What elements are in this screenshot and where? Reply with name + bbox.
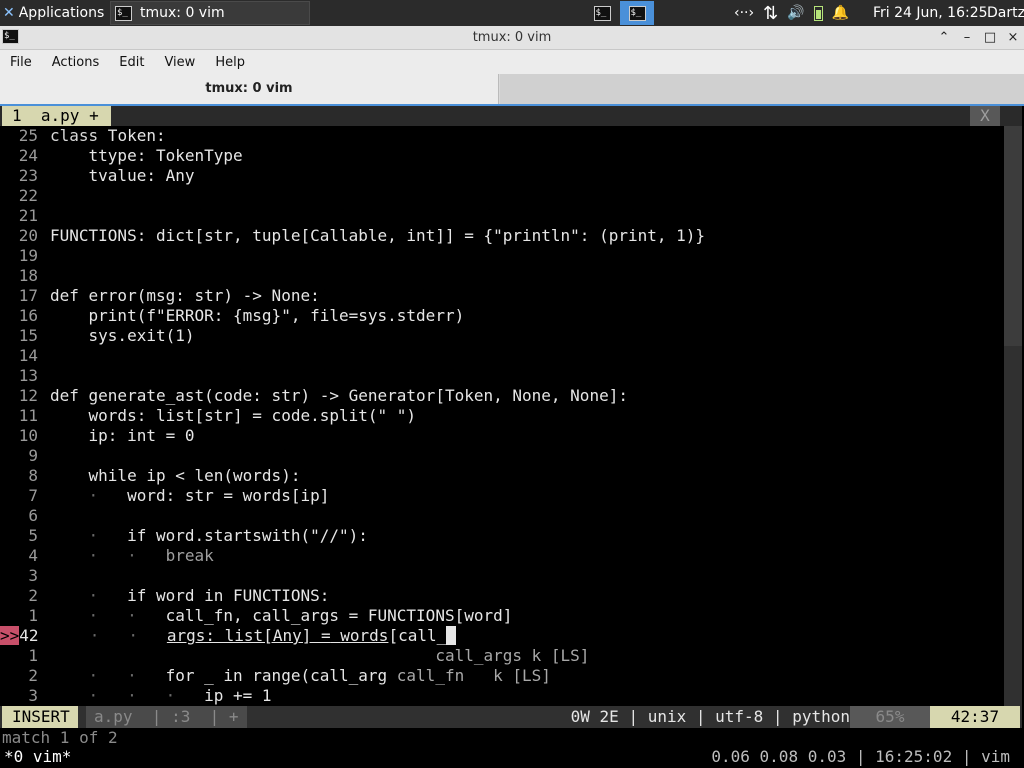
volume-icon[interactable]: 🔊 — [787, 5, 804, 21]
applications-label: Applications — [18, 5, 105, 21]
current-code-line: >>42 · · args: list[Any] = words[call_ — [0, 626, 456, 646]
vim-statusline: INSERT a.py | :3 | + 0W 2E | unix | utf-… — [0, 706, 1022, 728]
menubar: File Actions Edit View Help — [0, 50, 1024, 74]
workspace-2-button[interactable]: $_ — [620, 1, 654, 25]
network-icon[interactable]: ‹··› — [734, 5, 754, 21]
vim-tab-active[interactable]: 1 a.py + — [2, 106, 111, 126]
code-line: 3 · · · ip += 1 — [28, 686, 272, 705]
clock[interactable]: Fri 24 Jun, 16:25 — [873, 0, 988, 26]
vim-tab-close[interactable]: X — [970, 106, 1000, 126]
menu-edit[interactable]: Edit — [109, 55, 154, 70]
terminal-icon: $_ — [115, 5, 132, 21]
vim-cmdline: match 1 of 2 — [2, 728, 118, 747]
code-line: 15 sys.exit(1) — [18, 326, 195, 345]
code-line: 14 — [18, 346, 38, 365]
taskbar-title: tmux: 0 vim — [140, 5, 225, 21]
workspace-1-button[interactable]: $_ — [588, 1, 616, 25]
text-cursor — [446, 626, 456, 645]
taskbar-button-tmux[interactable]: $_ tmux: 0 vim — [110, 1, 310, 25]
code-line: 10 ip: int = 0 — [18, 426, 195, 445]
code-line: 25 class Token: — [18, 126, 166, 145]
terminal-icon: $_ — [593, 5, 611, 21]
code-line: 24 ttype: TokenType — [18, 146, 243, 165]
code-line: 18 — [18, 266, 38, 285]
tab-tmux[interactable]: tmux: 0 vim — [0, 74, 499, 104]
menu-help[interactable]: Help — [205, 55, 255, 70]
menu-actions[interactable]: Actions — [42, 55, 110, 70]
code-line: 16 print(f"ERROR: {msg}", file=sys.stder… — [18, 306, 465, 325]
code-line: 2 · · for _ in range(call_arg call_fn k … — [28, 666, 551, 685]
battery-icon[interactable] — [813, 5, 823, 21]
status-file: a.py | :3 | + — [86, 706, 247, 728]
menu-view[interactable]: View — [154, 55, 205, 70]
user-menu[interactable]: Dartz — [987, 0, 1024, 26]
tmux-status-right: 0.06 0.08 0.03 | 16:25:02 | vim — [711, 747, 1010, 766]
menu-file[interactable]: File — [0, 55, 42, 70]
code-line: 21 — [18, 206, 38, 225]
code-line: 22 — [18, 186, 38, 205]
code-line: 11 words: list[str] = code.split(" ") — [18, 406, 417, 425]
terminal-area[interactable]: 1 a.py + X 25 class Token: 24 ttype: Toke… — [0, 106, 1024, 768]
code-line: 17 def error(msg: str) -> None: — [18, 286, 320, 305]
code-line: 13 — [18, 366, 38, 385]
shade-button[interactable]: ⌃ — [934, 26, 954, 50]
window-titlebar[interactable]: $_ tmux: 0 vim ⌃ – □ × — [0, 26, 1024, 50]
code-line: 6 — [28, 506, 38, 525]
code-line: 4 · · break — [28, 546, 214, 565]
tmux-window-list[interactable]: *0 vim* — [4, 746, 71, 768]
code-line: 9 — [28, 446, 38, 465]
mode-indicator: INSERT — [2, 706, 78, 728]
code-line: 8 while ip < len(words): — [28, 466, 301, 485]
terminal-tabbar: tmux: 0 vim — [0, 74, 1024, 106]
code-line: 1 · · call_fn, call_args = FUNCTIONS[wor… — [28, 606, 513, 625]
close-button[interactable]: × — [1003, 26, 1023, 50]
status-position: 42:37 — [930, 706, 1020, 728]
transfer-icon[interactable]: ⇅ — [763, 3, 778, 24]
notification-bell-icon[interactable]: 🔔 — [832, 5, 849, 21]
status-fileinfo: 0W 2E | unix | utf-8 | python — [570, 707, 850, 726]
vim-scrollbar-thumb[interactable] — [1004, 126, 1022, 346]
vim-tabline: 1 a.py + X — [0, 106, 1022, 126]
tmux-statusbar: *0 vim* 0.06 0.08 0.03 | 16:25:02 | vim — [0, 746, 1024, 768]
code-line: 19 — [18, 246, 38, 265]
system-tray: ‹··› ⇅ 🔊 🔔 — [734, 0, 849, 26]
code-line: 20 FUNCTIONS: dict[str, tuple[Callable, i… — [18, 226, 706, 245]
error-sign: >> — [0, 626, 20, 645]
code-line: 5 · if word.startswith("//"): — [28, 526, 368, 545]
terminal-icon: $_ — [628, 5, 646, 21]
code-line: 23 tvalue: Any — [18, 166, 195, 185]
maximize-button[interactable]: □ — [980, 26, 1000, 50]
xfce-logo-icon: ✕ — [3, 5, 15, 21]
current-line-number: 42 — [19, 626, 39, 645]
code-line: 7 · word: str = words[ip] — [28, 486, 330, 505]
minimize-button[interactable]: – — [957, 26, 977, 50]
code-line: 12 def generate_ast(code: str) -> Generat… — [18, 386, 628, 405]
code-line: 3 — [28, 566, 38, 585]
window-title: tmux: 0 vim — [472, 30, 552, 45]
completion-item-call-args[interactable]: call_args k [LS] — [50, 646, 589, 665]
status-percent: 65% — [850, 706, 930, 728]
code-line: 2 · if word in FUNCTIONS: — [28, 586, 330, 605]
top-panel: ✕ Applications $_ tmux: 0 vim $_ $_ ‹··›… — [0, 0, 1024, 26]
applications-menu[interactable]: ✕ Applications — [0, 0, 108, 26]
tabbar-empty-space — [500, 74, 1024, 104]
completion-item-call-fn[interactable]: call_fn k [LS] — [397, 666, 551, 685]
code-line: 1 call_args k [LS] — [28, 646, 590, 665]
